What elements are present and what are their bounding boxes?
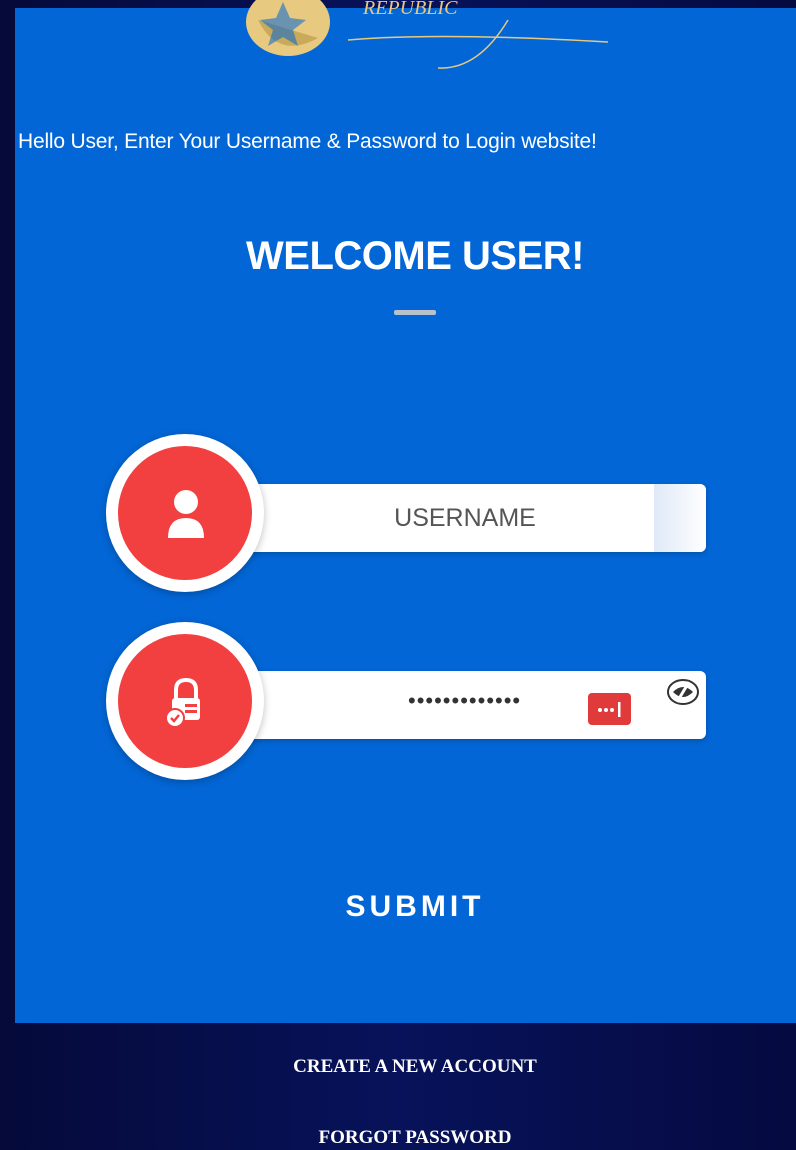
username-placeholder: USERNAME [394, 504, 536, 532]
field-shade [654, 484, 706, 552]
title-divider [394, 310, 436, 315]
password-icon-badge [106, 622, 264, 780]
username-field[interactable]: USERNAME [245, 484, 706, 552]
lock-check-icon [165, 677, 200, 728]
password-field[interactable]: ••••••••••••• [245, 671, 706, 739]
page-title: WELCOME USER! [246, 234, 584, 278]
create-account-link[interactable]: CREATE A NEW ACCOUNT [15, 1056, 796, 1078]
svg-text:REPUBLIC: REPUBLIC [362, 0, 458, 19]
brand-logo: REPUBLIC [246, 0, 609, 69]
intro-text: Hello User, Enter Your Username & Passwo… [18, 130, 597, 153]
user-icon [168, 490, 204, 538]
username-icon-badge [106, 434, 264, 592]
password-value: ••••••••••••• [408, 688, 522, 713]
password-manager-icon[interactable] [588, 693, 631, 725]
submit-button[interactable]: SUBMIT [15, 890, 796, 924]
forgot-password-link[interactable]: FORGOT PASSWORD [15, 1127, 796, 1149]
toggle-visibility-icon[interactable] [665, 676, 701, 708]
